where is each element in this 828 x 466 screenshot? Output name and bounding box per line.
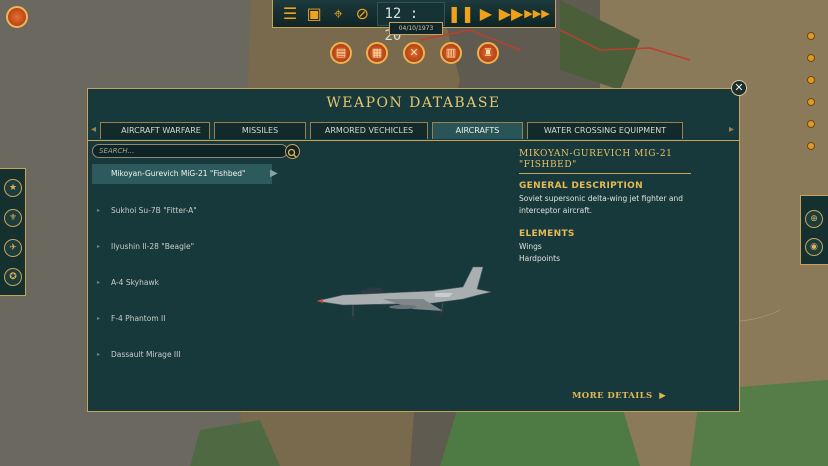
weapon-database-dialog: WEAPON DATABASE ◂ AIRCRAFT WARFARE MISSI… [87, 88, 740, 412]
medal-icon[interactable]: ✪ [4, 268, 22, 286]
list-item-a-4[interactable]: ▸ A-4 Skyhawk [92, 273, 272, 293]
dialog-title: WEAPON DATABASE [326, 95, 501, 111]
aircraft-icon[interactable]: ✈ [4, 239, 22, 257]
general-description-text: Soviet supersonic delta-wing jet fighter… [519, 194, 683, 215]
location-pin-icon[interactable]: ⌖ [329, 4, 347, 24]
aircraft-model-image [316, 266, 492, 320]
menu-icon[interactable]: ☰ [281, 4, 299, 24]
right-sidebar: ⊕ ◉ [800, 195, 828, 265]
left-sidebar: ★ ⚜ ✈ ✪ [0, 168, 26, 296]
fastest-forward-icon[interactable]: ▶▶▶ [524, 4, 549, 24]
bullet-icon: ▸ [97, 315, 101, 322]
eye-icon[interactable]: ◉ [805, 238, 823, 256]
tab-missiles[interactable]: MISSILES [214, 122, 306, 139]
zoom-step[interactable] [807, 98, 815, 106]
game-date: 04/10/1973 [389, 22, 443, 35]
category-tabs: ◂ AIRCRAFT WARFARE MISSILES ARMORED VECH… [88, 122, 739, 141]
list-item-il-28[interactable]: ▸ Ilyushin Il-28 "Beagle" [92, 237, 272, 257]
more-details-label: MORE DETAILS [572, 391, 653, 401]
selected-arrow-icon: ▶ [270, 168, 278, 179]
list-item-label: F-4 Phantom II [111, 314, 166, 323]
zoom-step[interactable] [807, 142, 815, 150]
general-description-heading: GENERAL DESCRIPTION [519, 181, 643, 191]
commander-icon[interactable]: ♜ [477, 42, 499, 64]
tabs-scroll-right-icon[interactable]: ▸ [729, 124, 734, 135]
bullet-icon: ▸ [97, 279, 101, 286]
intel-icon[interactable]: ▦ [366, 42, 388, 64]
no-supply-icon[interactable]: ⊘ [353, 4, 371, 24]
zoom-step[interactable] [807, 76, 815, 84]
zoom-step[interactable] [807, 54, 815, 62]
bullet-icon: ▸ [97, 207, 101, 214]
report-icon[interactable]: ▣ [305, 4, 323, 24]
list-item-label: Sukhoi Su-7B "Fitter-A" [111, 206, 197, 215]
tab-armored-vehicles[interactable]: ARMORED VECHICLES [310, 122, 428, 139]
list-item-label: Ilyushin Il-28 "Beagle" [111, 242, 195, 251]
tabs-scroll-left-icon[interactable]: ◂ [91, 124, 96, 135]
list-item-f-4[interactable]: ▸ F-4 Phantom II [92, 309, 272, 329]
weapon-name-heading: MIKOYAN-GUREVICH MIG-21 "FISHBED" [519, 149, 691, 174]
zoom-step[interactable] [807, 120, 815, 128]
cancel-icon[interactable]: ✕ [403, 42, 425, 64]
search-icon[interactable] [285, 144, 300, 159]
library-icon[interactable]: ▥ [440, 42, 462, 64]
crosshair-icon[interactable]: ⊕ [805, 210, 823, 228]
list-item-mig-21[interactable]: Mikoyan-Gurevich MiG-21 "Fishbed" [92, 164, 272, 184]
more-details-button[interactable]: MORE DETAILS ▶ [572, 391, 666, 401]
pause-icon[interactable]: ❚❚ [447, 4, 474, 24]
list-item-mirage-iii[interactable]: ▸ Dassault Mirage III [92, 345, 272, 365]
bullet-icon: ▸ [97, 351, 101, 358]
elements-heading: ELEMENTS [519, 229, 575, 239]
play-icon[interactable]: ▶ [477, 4, 495, 24]
tab-aircrafts[interactable]: AIRCRAFTS [432, 122, 523, 139]
faction-emblem-icon[interactable]: ⚜ [4, 209, 22, 227]
chevron-right-icon: ▶ [655, 391, 667, 401]
fast-forward-icon[interactable]: ▶▶ [499, 4, 524, 24]
search-field[interactable] [92, 144, 288, 158]
element-item: Wings [519, 242, 542, 251]
orders-icon[interactable]: ▤ [330, 42, 352, 64]
zoom-step[interactable] [807, 32, 815, 40]
search-input[interactable] [99, 146, 269, 156]
list-item-label: A-4 Skyhawk [111, 278, 159, 287]
list-item-label: Mikoyan-Gurevich MiG-21 "Fishbed" [111, 169, 246, 178]
main-menu-button[interactable] [6, 6, 28, 28]
rank-icon[interactable]: ★ [4, 179, 22, 197]
zoom-rail[interactable] [807, 32, 815, 152]
bullet-icon: ▸ [97, 243, 101, 250]
list-item-label: Dassault Mirage III [111, 350, 181, 359]
tab-water-crossing-equipment[interactable]: WATER CROSSING EQUIPMENT [527, 122, 683, 139]
close-icon[interactable]: ✕ [731, 80, 747, 96]
tab-aircraft-warfare[interactable]: AIRCRAFT WARFARE [100, 122, 210, 139]
element-item: Hardpoints [519, 254, 560, 263]
list-item-su-7b[interactable]: ▸ Sukhoi Su-7B "Fitter-A" [92, 201, 272, 221]
